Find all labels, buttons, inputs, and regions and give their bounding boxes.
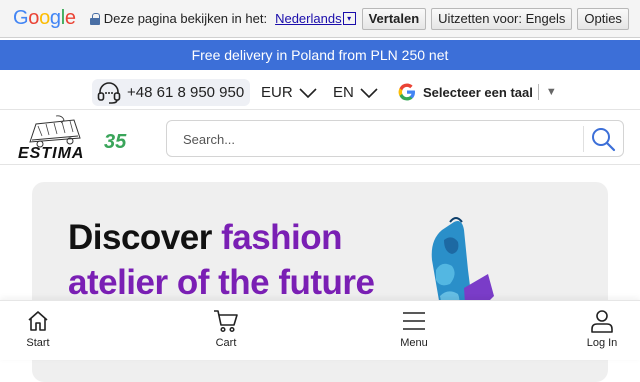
nav-menu[interactable]: Menu bbox=[384, 309, 444, 357]
divider bbox=[537, 84, 539, 100]
search-divider bbox=[583, 126, 584, 152]
google-g-icon bbox=[398, 83, 415, 101]
menu-icon bbox=[403, 312, 425, 330]
chevron-down-icon bbox=[299, 87, 317, 98]
google-translate-widget[interactable]: Selecteer een taal ▼ bbox=[398, 83, 557, 101]
language-label: EN bbox=[333, 84, 354, 101]
hero-headline-line2: atelier of the future bbox=[68, 263, 375, 302]
options-button[interactable]: Opties bbox=[577, 7, 629, 30]
currency-selector[interactable]: EUR bbox=[261, 84, 318, 101]
headset-icon bbox=[97, 81, 121, 104]
nav-login-label: Log In bbox=[586, 337, 618, 349]
hero-headline-line1: Discover fashion bbox=[68, 218, 343, 258]
select-language-label: Selecteer een taal bbox=[423, 84, 533, 100]
estima-logo[interactable]: ESTIMA 35 bbox=[16, 114, 136, 162]
free-delivery-text: Free delivery in Poland from PLN 250 net bbox=[191, 47, 449, 63]
logo-wordmark: ESTIMA bbox=[18, 145, 84, 162]
bottom-navigation: Start Cart Menu Log In bbox=[0, 300, 640, 360]
currency-label: EUR bbox=[261, 84, 293, 101]
utility-bar: +48 61 8 950 950 EUR EN Selecteer een ta… bbox=[0, 70, 640, 110]
language-selector[interactable]: EN bbox=[333, 84, 379, 101]
phone-number: +48 61 8 950 950 bbox=[127, 84, 245, 101]
translate-prompt: Deze pagina bekijken in het: bbox=[103, 11, 268, 26]
logo-anniversary-badge: 35 bbox=[104, 131, 127, 153]
estima-logo-graphic: ESTIMA 35 bbox=[18, 115, 127, 162]
search-input[interactable] bbox=[183, 129, 583, 149]
google-translate-bar: Google Deze pagina bekijken in het: Nede… bbox=[0, 0, 640, 38]
hero-headline-plain: Discover bbox=[68, 218, 222, 257]
nav-menu-label: Menu bbox=[400, 337, 428, 349]
nav-login[interactable]: Log In bbox=[572, 309, 632, 357]
cart-icon bbox=[214, 310, 238, 333]
google-logo[interactable]: Google bbox=[13, 7, 76, 30]
site-header: ESTIMA 35 bbox=[0, 110, 640, 165]
phone-contact-button[interactable]: +48 61 8 950 950 bbox=[92, 79, 251, 106]
nav-start-label: Start bbox=[26, 337, 50, 349]
target-language-select[interactable]: Nederlands bbox=[275, 11, 342, 26]
chevron-down-icon bbox=[360, 87, 378, 98]
dropdown-arrow-icon: ▼ bbox=[545, 86, 557, 98]
lock-icon bbox=[89, 13, 100, 25]
translate-button[interactable]: Vertalen bbox=[361, 7, 427, 30]
chevron-down-icon[interactable]: ▾ bbox=[342, 12, 356, 25]
search-icon[interactable] bbox=[589, 126, 617, 152]
user-icon bbox=[591, 310, 613, 333]
nav-cart[interactable]: Cart bbox=[196, 309, 256, 357]
nav-start[interactable]: Start bbox=[8, 309, 68, 357]
turn-off-translation-button[interactable]: Uitzetten voor: Engels bbox=[431, 7, 573, 30]
hero-headline-accent: fashion bbox=[221, 218, 343, 257]
search-bar bbox=[166, 120, 624, 157]
home-icon bbox=[28, 311, 48, 331]
nav-cart-label: Cart bbox=[215, 337, 237, 349]
free-delivery-banner: Free delivery in Poland from PLN 250 net bbox=[0, 40, 640, 70]
target-language-label: Nederlands bbox=[275, 11, 342, 26]
